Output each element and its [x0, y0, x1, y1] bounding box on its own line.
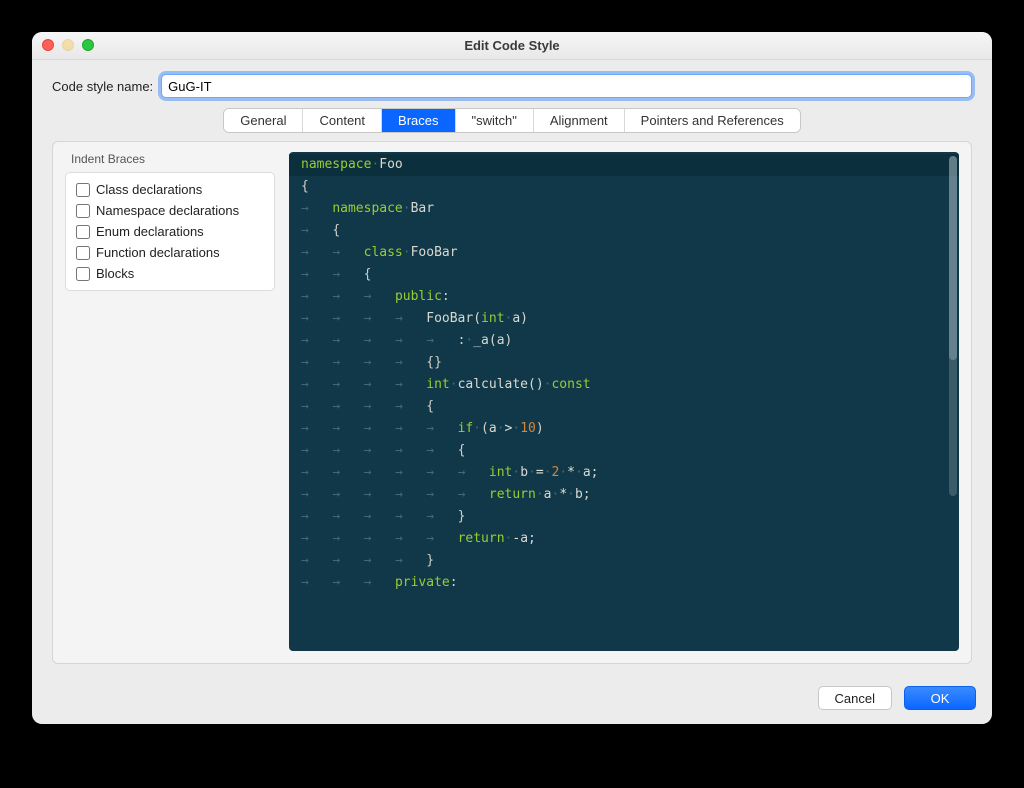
code-line: → → → → → return·-a;: [289, 528, 959, 550]
window-title: Edit Code Style: [464, 38, 559, 53]
code-preview-content: namespace·Foo{→ namespace·Bar→ {→ → clas…: [289, 152, 959, 602]
braces-panel: Indent Braces Class declarations Namespac…: [52, 141, 972, 664]
code-line: → → → → → if·(a·>·10): [289, 418, 959, 440]
minimize-icon: [62, 39, 74, 51]
checkbox-label: Enum declarations: [96, 224, 204, 239]
code-line: → namespace·Bar: [289, 198, 959, 220]
code-line: → → → → → {: [289, 440, 959, 462]
options-column: Indent Braces Class declarations Namespac…: [65, 152, 275, 651]
indent-option-class-declarations[interactable]: Class declarations: [74, 179, 266, 200]
dialog-window: Edit Code Style Code style name: General…: [32, 32, 992, 724]
code-line: {: [289, 176, 959, 198]
code-line: → → → → int·calculate()·const: [289, 374, 959, 396]
code-line: → → → → FooBar(int·a): [289, 308, 959, 330]
titlebar: Edit Code Style: [32, 32, 992, 60]
tab-switch[interactable]: "switch": [456, 109, 534, 132]
ok-button[interactable]: OK: [904, 686, 976, 710]
checkbox-2[interactable]: [76, 225, 90, 239]
indent-braces-label: Indent Braces: [71, 152, 275, 166]
code-preview: namespace·Foo{→ namespace·Bar→ {→ → clas…: [289, 152, 959, 651]
code-line: → → → private:: [289, 572, 959, 594]
code-line: → → {: [289, 264, 959, 286]
preview-scrollbar[interactable]: [949, 156, 957, 496]
code-line: → → → public:: [289, 286, 959, 308]
checkbox-label: Class declarations: [96, 182, 202, 197]
name-row: Code style name:: [52, 74, 972, 98]
indent-option-blocks[interactable]: Blocks: [74, 263, 266, 284]
preview-column: namespace·Foo{→ namespace·Bar→ {→ → clas…: [289, 152, 959, 651]
tab-bar: GeneralContentBraces"switch"AlignmentPoi…: [223, 108, 801, 133]
checkbox-label: Function declarations: [96, 245, 220, 260]
code-line: → → → → {: [289, 396, 959, 418]
dialog-body: Code style name: GeneralContentBraces"sw…: [32, 60, 992, 674]
code-line: → → → → → }: [289, 506, 959, 528]
indent-option-namespace-declarations[interactable]: Namespace declarations: [74, 200, 266, 221]
checkbox-0[interactable]: [76, 183, 90, 197]
checkbox-label: Namespace declarations: [96, 203, 239, 218]
checkbox-4[interactable]: [76, 267, 90, 281]
tab-braces[interactable]: Braces: [382, 109, 455, 132]
close-icon[interactable]: [42, 39, 54, 51]
zoom-icon[interactable]: [82, 39, 94, 51]
checkbox-label: Blocks: [96, 266, 134, 281]
tabs-row: GeneralContentBraces"switch"AlignmentPoi…: [52, 108, 972, 133]
code-line: → → class·FooBar: [289, 242, 959, 264]
indent-option-enum-declarations[interactable]: Enum declarations: [74, 221, 266, 242]
tab-pointers-and-references[interactable]: Pointers and References: [625, 109, 800, 132]
indent-option-function-declarations[interactable]: Function declarations: [74, 242, 266, 263]
code-style-name-label: Code style name:: [52, 79, 153, 94]
code-line: → → → → → → int·b·=·2·*·a;: [289, 462, 959, 484]
dialog-footer: Cancel OK: [32, 674, 992, 724]
code-line: → → → → {}: [289, 352, 959, 374]
indent-braces-group: Class declarations Namespace declarations…: [65, 172, 275, 291]
checkbox-3[interactable]: [76, 246, 90, 260]
code-line: → → → → → → return·a·*·b;: [289, 484, 959, 506]
code-line: namespace·Foo: [289, 154, 959, 176]
cancel-button[interactable]: Cancel: [818, 686, 892, 710]
tab-alignment[interactable]: Alignment: [534, 109, 625, 132]
code-line: → → → → → :·_a(a): [289, 330, 959, 352]
code-line: → {: [289, 220, 959, 242]
code-line: → → → → }: [289, 550, 959, 572]
checkbox-1[interactable]: [76, 204, 90, 218]
code-style-name-input[interactable]: [161, 74, 972, 98]
tab-general[interactable]: General: [224, 109, 303, 132]
window-controls: [42, 39, 94, 51]
tab-content[interactable]: Content: [303, 109, 382, 132]
